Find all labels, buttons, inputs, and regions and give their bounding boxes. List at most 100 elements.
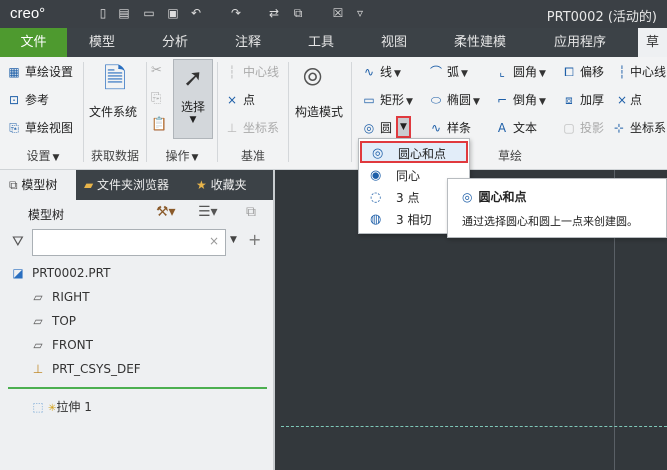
navigator-tab-bar: ⧉ 模型树 ▰ 文件夹浏览器 ★ 收藏夹 (0, 170, 275, 200)
tab-flexible-modeling[interactable]: 柔性建模 (432, 28, 528, 57)
line-button[interactable]: ∿ 线 ▼ (361, 61, 401, 83)
add-filter-icon[interactable]: + (248, 230, 261, 249)
select-button[interactable]: ➚ 选择 ▼ (173, 59, 213, 139)
cut-icon[interactable]: ✂ (151, 63, 162, 78)
reference-icon: ⊡ (8, 93, 20, 107)
tab-tools[interactable]: 工具 (286, 28, 356, 57)
circle-center-point-icon: ◎ (372, 146, 384, 161)
csys-sketch-button[interactable]: ⊹ 坐标系 (611, 117, 666, 139)
tree-item-front[interactable]: ▱ FRONT (30, 333, 93, 357)
setup-group-label[interactable]: 设置 ▼ (6, 147, 80, 165)
chevron-down-icon: ▼ (189, 115, 197, 125)
circle-dropdown-button[interactable]: ▼ (396, 116, 411, 138)
close-window-icon[interactable]: ☒ (330, 6, 346, 21)
menu-item-center-point[interactable]: ◎ 圆心和点 (360, 141, 468, 163)
regenerate-icon[interactable]: ⇄ (266, 6, 282, 21)
model-tree-icon: ⧉ (9, 178, 22, 192)
tree-show-icon[interactable]: ☰▾ (198, 204, 218, 220)
clear-search-icon[interactable]: × (209, 234, 219, 248)
ellipse-icon: ⬭ (430, 93, 442, 107)
tab-annotate[interactable]: 注释 (213, 28, 283, 57)
csys-icon: ⊹ (613, 121, 625, 135)
datum-plane-icon: ▱ (33, 290, 43, 304)
ribbon: ▦ 草绘设置 ⊡ 参考 ⎘ 草绘视图 设置 ▼ 🗎 文件系统 获取数据 ✂ ⎘ 📋 ➚ … (0, 57, 667, 170)
circle-center-point-icon: ◎ (462, 190, 473, 204)
tree-filter-settings-icon[interactable]: ⧉ (246, 204, 256, 220)
tree-item-extrude[interactable]: ⬚ ✳拉伸 1 (30, 395, 92, 419)
concentric-icon: ◉ (370, 168, 382, 183)
fillet-button[interactable]: ⌞ 圆角 ▼ (494, 61, 546, 83)
spline-button[interactable]: ∿ 样条 (428, 117, 471, 139)
tab-folder-browser[interactable]: ▰ 文件夹浏览器 (84, 170, 169, 200)
file-system-icon: 🗎 (103, 62, 127, 95)
point-sketch-button[interactable]: × 点 (617, 89, 642, 111)
sketch-plane-dashed-line (281, 426, 667, 427)
sketch-view-button[interactable]: ⎘ 草绘视图 (6, 117, 73, 139)
offset-icon: ⧠ (564, 65, 574, 79)
datum-plane-icon: ▱ (33, 338, 43, 352)
chamfer-icon: ⌐ (496, 93, 508, 107)
chamfer-button[interactable]: ⌐ 倒角 ▼ (494, 89, 546, 111)
text-button[interactable]: A 文本 (494, 117, 537, 139)
windows-icon[interactable]: ⧉ (290, 6, 306, 21)
tab-analysis[interactable]: 分析 (140, 28, 210, 57)
sketch-setup-button[interactable]: ▦ 草绘设置 (6, 61, 73, 83)
save-icon[interactable]: ▣ (165, 6, 181, 21)
tree-item-part[interactable]: ◪ PRT0002.PRT (10, 261, 110, 285)
thicken-button[interactable]: ⧈ 加厚 (561, 89, 604, 111)
chevron-down-icon[interactable]: ▼ (230, 235, 237, 245)
offset-button[interactable]: ⧠ 偏移 (561, 61, 604, 83)
tab-applications[interactable]: 应用程序 (532, 28, 628, 57)
divider (351, 62, 352, 162)
divider (217, 62, 218, 162)
tree-item-csys[interactable]: ⊥ PRT_CSYS_DEF (30, 357, 141, 381)
chevron-down-icon: ▼ (400, 122, 407, 132)
spline-icon: ∿ (430, 121, 442, 135)
tab-favorites[interactable]: ★ 收藏夹 (196, 170, 247, 200)
ellipse-button[interactable]: ⬭ 椭圆 ▼ (428, 89, 480, 111)
point-icon: × (226, 93, 238, 107)
arc-button[interactable]: ⌒ 弧 ▼ (428, 61, 468, 83)
paste-icon[interactable]: 📋 (151, 117, 167, 132)
print-icon[interactable]: ▤ (116, 6, 132, 21)
csys-button[interactable]: ⊥ 坐标系 (224, 117, 279, 139)
copy-icon[interactable]: ⎘ (151, 91, 161, 106)
folder-icon: ▰ (84, 178, 98, 192)
sketch-setup-icon: ▦ (8, 65, 20, 79)
tooltip-title: ◎ 圆心和点 (462, 190, 527, 204)
tooltip: ◎ 圆心和点 通过选择圆心和圆上一点来创建圆。 (447, 178, 667, 238)
point-button[interactable]: × 点 (224, 89, 255, 111)
csys-icon: ⊥ (32, 362, 44, 376)
tree-settings-icon[interactable]: ⚒▾ (156, 204, 176, 220)
tab-model-tree[interactable]: ⧉ 模型树 (0, 170, 76, 200)
circle-button[interactable]: ◎ 圆 (361, 117, 392, 139)
csys-icon: ⊥ (226, 121, 238, 135)
undo-icon[interactable]: ↶ (188, 6, 204, 21)
open-folder-icon[interactable]: ▭ (141, 6, 157, 21)
tab-sketch[interactable]: 草 (638, 28, 667, 57)
redo-icon[interactable]: ↷ (228, 6, 244, 21)
ribbon-tab-bar: 文件 模型 分析 注释 工具 视图 柔性建模 应用程序 草 (0, 28, 667, 57)
operations-group-label[interactable]: 操作 ▼ (150, 147, 214, 165)
centerline-sketch-button[interactable]: ┆ 中心线 (617, 61, 666, 83)
centerline-button[interactable]: ┆ 中心线 (224, 61, 279, 83)
get-data-group-label: 获取数据 (90, 149, 139, 163)
construction-mode-button[interactable]: 构造模式 (295, 101, 343, 123)
rectangle-button[interactable]: ▭ 矩形 ▼ (361, 89, 413, 111)
tree-item-right[interactable]: ▱ RIGHT (30, 285, 89, 309)
line-icon: ∿ (363, 65, 375, 79)
divider (146, 62, 147, 162)
filter-icon: ⛛ (12, 234, 24, 250)
customize-toolbar-icon[interactable]: ▿ (352, 6, 368, 21)
file-system-button[interactable]: 文件系统 (89, 101, 137, 123)
tab-model[interactable]: 模型 (67, 28, 137, 57)
tree-search-input[interactable] (32, 229, 226, 256)
three-tangent-circle-icon: ◍ (370, 212, 382, 227)
datum-group-label: 基准 (240, 149, 265, 163)
tab-file[interactable]: 文件 (0, 28, 67, 57)
reference-button[interactable]: ⊡ 参考 (6, 89, 49, 111)
tree-item-top[interactable]: ▱ TOP (30, 309, 76, 333)
tab-view[interactable]: 视图 (359, 28, 429, 57)
new-file-icon[interactable]: ▯ (95, 6, 111, 21)
project-button[interactable]: ▢ 投影 (561, 117, 604, 139)
